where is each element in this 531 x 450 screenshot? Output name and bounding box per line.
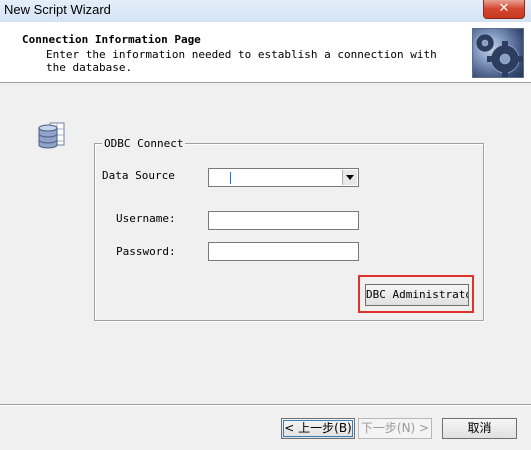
window-title: New Script Wizard xyxy=(4,2,111,17)
password-label: Password: xyxy=(116,245,176,258)
page-title: Connection Information Page xyxy=(22,33,201,46)
database-icon xyxy=(36,120,68,152)
group-label: ODBC Connect xyxy=(102,137,186,150)
odbc-administrator-button[interactable]: DBC Administrator xyxy=(365,284,469,306)
text-caret xyxy=(230,172,231,184)
cancel-button[interactable]: 取消 xyxy=(442,418,517,439)
back-button[interactable]: < 上一步(B) xyxy=(281,418,355,439)
close-icon: ✕ xyxy=(498,1,510,16)
chevron-down-icon[interactable] xyxy=(342,170,357,185)
username-label: Username: xyxy=(116,212,176,225)
close-button[interactable]: ✕ xyxy=(483,0,525,19)
username-field[interactable] xyxy=(208,211,359,230)
data-source-select[interactable] xyxy=(208,168,359,187)
password-field[interactable] xyxy=(208,242,359,261)
next-button[interactable]: 下一步(N) > xyxy=(358,418,432,439)
gears-icon xyxy=(472,28,524,78)
data-source-label: Data Source xyxy=(102,169,175,182)
title-bar: New Script Wizard ✕ xyxy=(0,0,531,22)
wizard-header: Connection Information Page Enter the in… xyxy=(0,22,531,83)
footer-separator xyxy=(0,404,531,406)
page-subtitle: Enter the information needed to establis… xyxy=(46,48,437,74)
